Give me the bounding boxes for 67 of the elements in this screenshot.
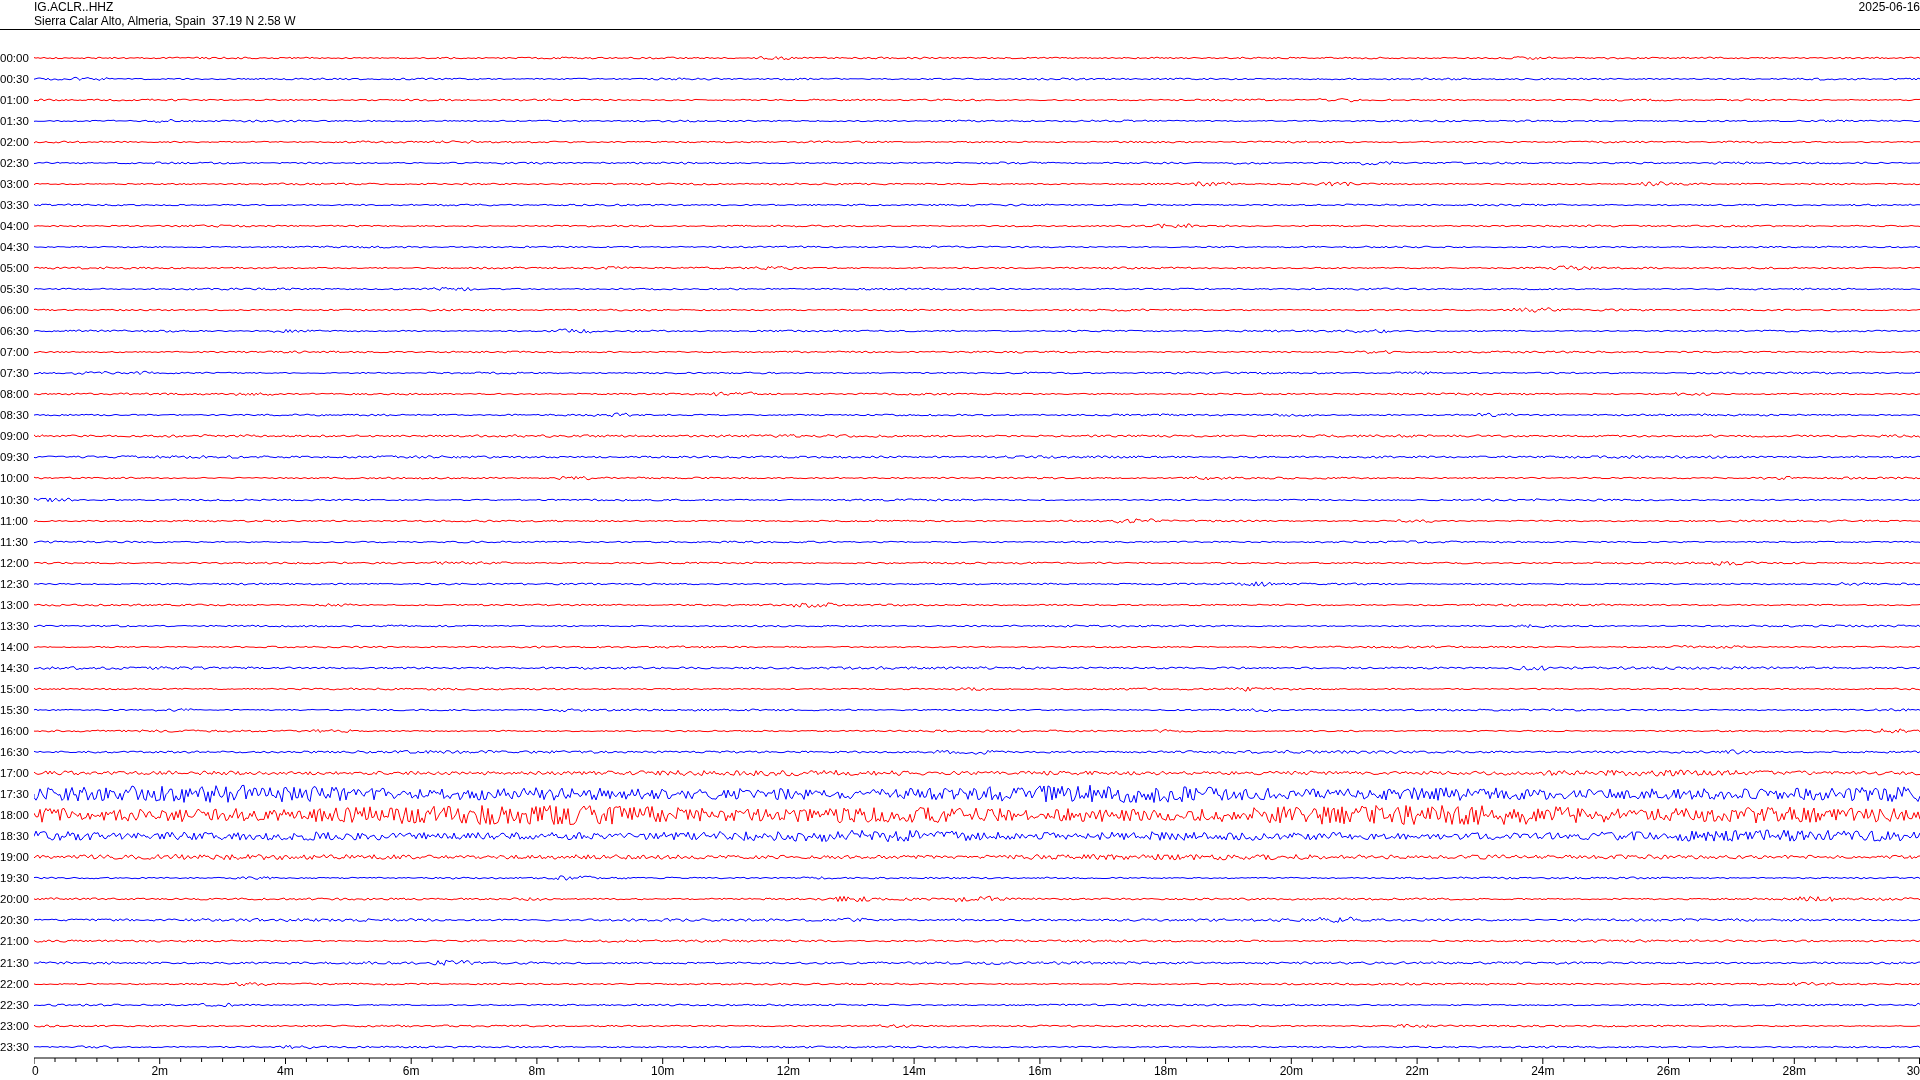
time-label: 14:30 xyxy=(0,661,30,674)
time-label: 19:00 xyxy=(0,851,30,864)
time-label: 11:00 xyxy=(0,514,29,527)
axis-label: 0 xyxy=(32,1064,39,1078)
axis-label: 22m xyxy=(1405,1064,1429,1078)
axis-label: 6m xyxy=(402,1064,420,1078)
time-label: 17:00 xyxy=(0,767,30,780)
time-label: 09:30 xyxy=(0,451,30,464)
time-label: 22:30 xyxy=(0,998,30,1011)
time-label: 00:00 xyxy=(0,51,30,64)
time-label: 00:30 xyxy=(0,72,30,85)
time-label: 08:00 xyxy=(0,388,30,401)
time-label: 11:30 xyxy=(0,535,29,548)
axis-label: 12m xyxy=(776,1064,801,1078)
station-code: IG.ACLR..HHZ xyxy=(34,0,115,14)
time-label: 10:00 xyxy=(0,472,30,485)
time-label: 07:00 xyxy=(0,346,30,359)
axis-label: 24m xyxy=(1531,1064,1555,1078)
time-label: 20:30 xyxy=(0,914,30,927)
time-label: 23:00 xyxy=(0,1019,30,1032)
time-label: 08:30 xyxy=(0,409,30,422)
axis-label: 2m xyxy=(151,1064,169,1078)
time-label: 01:00 xyxy=(0,93,30,106)
time-label: 05:30 xyxy=(0,283,30,296)
axis-label: 26m xyxy=(1656,1064,1681,1078)
time-label: 16:00 xyxy=(0,725,30,737)
date-label: 2025-06-16 xyxy=(1858,0,1920,16)
axis-label: 16m xyxy=(1028,1064,1052,1078)
time-label: 16:30 xyxy=(0,746,30,759)
time-label: 10:30 xyxy=(0,493,30,506)
time-label: 12:00 xyxy=(0,556,30,569)
time-label: 18:00 xyxy=(0,809,30,822)
axis-label: 20m xyxy=(1279,1064,1303,1078)
time-label: 21:00 xyxy=(0,935,30,948)
time-label: 21:30 xyxy=(0,956,30,969)
time-label: 06:00 xyxy=(0,304,30,317)
time-label: 02:30 xyxy=(0,156,30,169)
axis-label: 28m xyxy=(1782,1064,1806,1078)
axis-label: 30 xyxy=(1906,1064,1920,1078)
axis-label: 10m xyxy=(651,1064,675,1078)
time-label: 17:30 xyxy=(0,788,30,801)
time-label: 13:00 xyxy=(0,598,30,611)
time-label: 18:30 xyxy=(0,830,30,843)
time-label: 14:00 xyxy=(0,640,30,653)
time-label: 15:30 xyxy=(0,703,30,716)
time-label: 20:00 xyxy=(0,893,30,906)
time-label: 12:30 xyxy=(0,577,30,590)
time-label: 03:00 xyxy=(0,177,30,190)
axis-label: 4m xyxy=(277,1064,294,1078)
time-label: 04:30 xyxy=(0,240,30,253)
time-label: 02:00 xyxy=(0,135,30,148)
time-label: 06:30 xyxy=(0,325,30,338)
axis-label: 14m xyxy=(902,1064,926,1078)
time-label: 07:30 xyxy=(0,367,30,380)
time-label: 23:30 xyxy=(0,1040,30,1053)
time-label: 05:00 xyxy=(0,262,30,274)
station-location: Sierra Calar Alto, Almeria, Spain 37.19 N 2.58 W xyxy=(34,14,296,28)
axis-label: 8m xyxy=(528,1064,546,1078)
time-label: 15:00 xyxy=(0,682,30,695)
time-label: 13:30 xyxy=(0,619,30,632)
time-label: 03:30 xyxy=(0,198,30,211)
time-label: 04:00 xyxy=(0,219,30,232)
time-label: 22:00 xyxy=(0,977,30,990)
time-label: 01:30 xyxy=(0,114,30,127)
axis-label: 18m xyxy=(1153,1064,1178,1078)
time-label: 09:00 xyxy=(0,430,30,443)
time-label: 19:30 xyxy=(0,872,30,885)
